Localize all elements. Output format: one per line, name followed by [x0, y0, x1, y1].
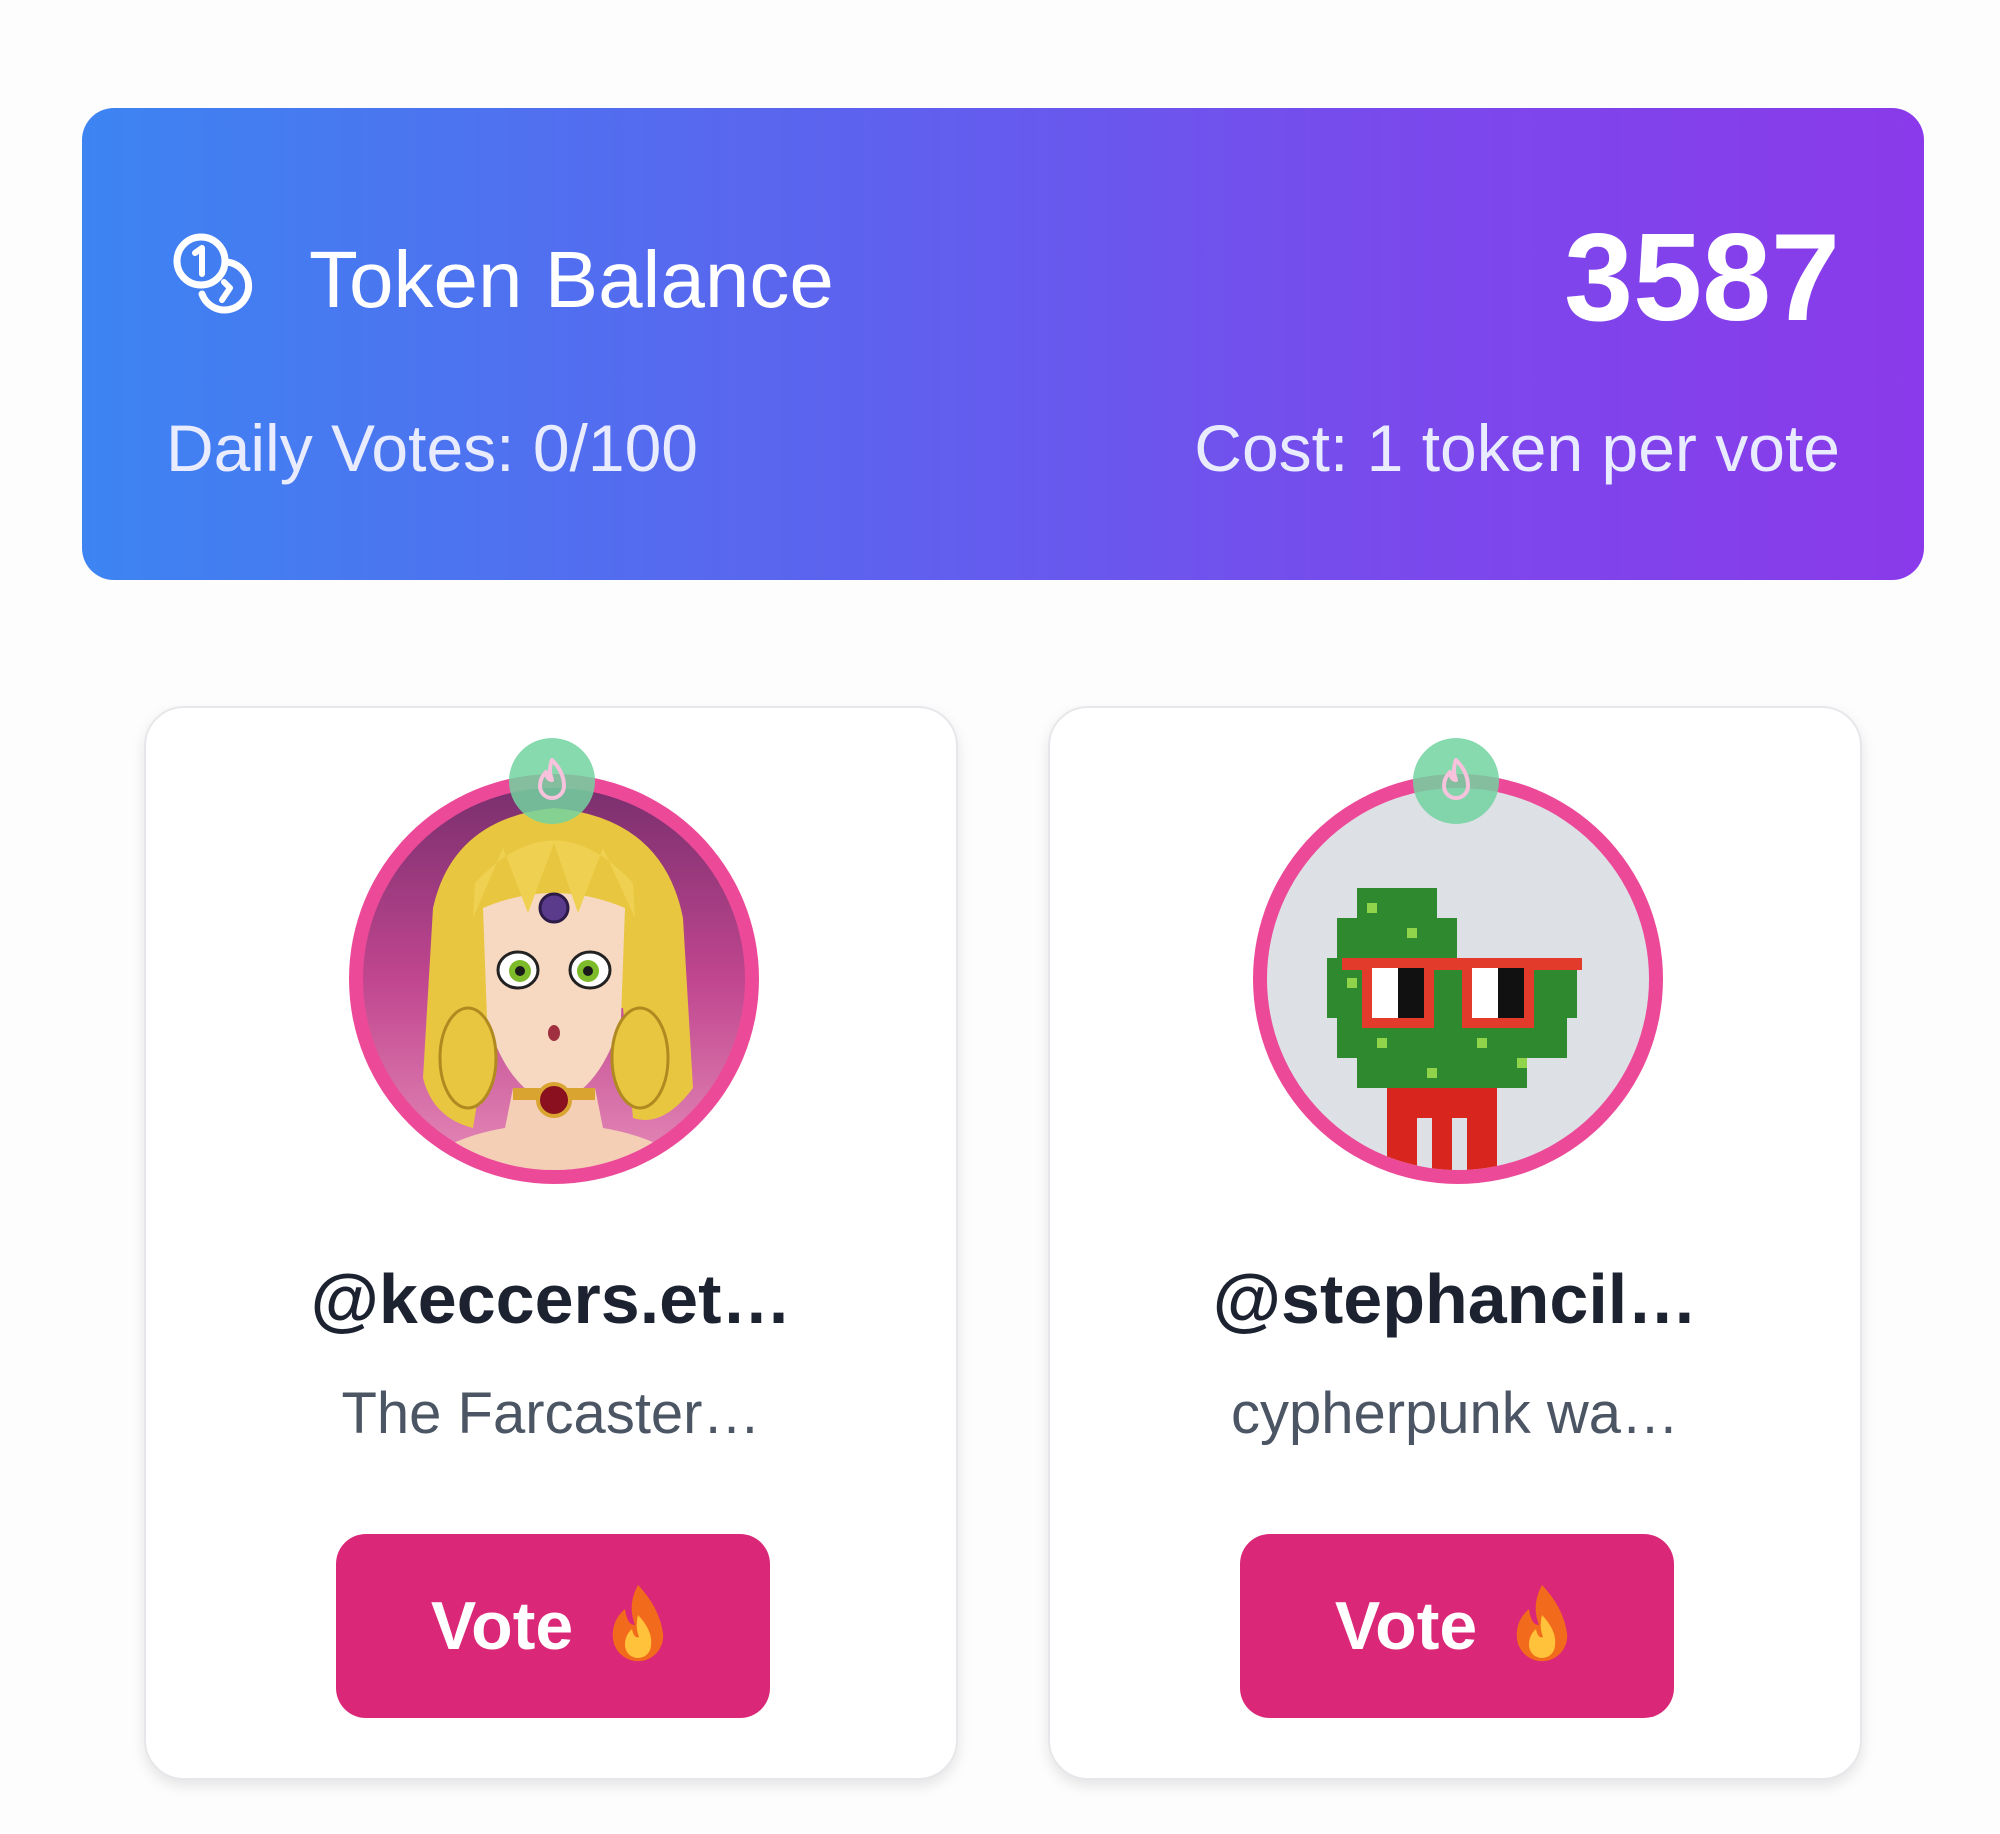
- user-bio: cypherpunk wa…: [1230, 1381, 1680, 1446]
- token-balance-value: 3587: [1564, 209, 1840, 347]
- vote-cost-text: Cost: 1 token per vote: [1194, 411, 1840, 485]
- vote-button[interactable]: Vote: [336, 1534, 770, 1718]
- username[interactable]: @stephancil…: [1050, 1254, 1860, 1344]
- flame-badge: [1413, 738, 1499, 824]
- vote-button[interactable]: Vote: [1240, 1534, 1674, 1718]
- coins-icon: [173, 233, 253, 314]
- pixel-cactus-avatar: [1267, 788, 1649, 1170]
- user-card: @stephancil… cypherpunk wa… Vote: [1048, 706, 1862, 1780]
- username[interactable]: @keccers.et…: [146, 1254, 956, 1344]
- anime-girl-avatar: [363, 788, 745, 1170]
- vote-button-label: Vote: [430, 1588, 574, 1664]
- daily-votes-counter: Daily Votes: 0/100: [166, 411, 698, 485]
- flame-icon: [1442, 758, 1470, 800]
- flame-badge: [509, 738, 595, 824]
- avatar[interactable]: [1253, 738, 1663, 1184]
- vote-button-label: Vote: [1334, 1588, 1478, 1664]
- token-balance-card: Token Balance 3587 Daily Votes: 0/100 Co…: [82, 108, 1924, 580]
- avatar[interactable]: [349, 738, 759, 1184]
- flame-icon: [538, 758, 566, 800]
- token-balance-title: Token Balance: [309, 235, 834, 324]
- user-card: @keccers.et… The Farcaster… Vote: [144, 706, 958, 1780]
- user-bio: The Farcaster…: [341, 1381, 761, 1446]
- fire-icon: [1516, 1585, 1568, 1662]
- fire-icon: [612, 1585, 664, 1662]
